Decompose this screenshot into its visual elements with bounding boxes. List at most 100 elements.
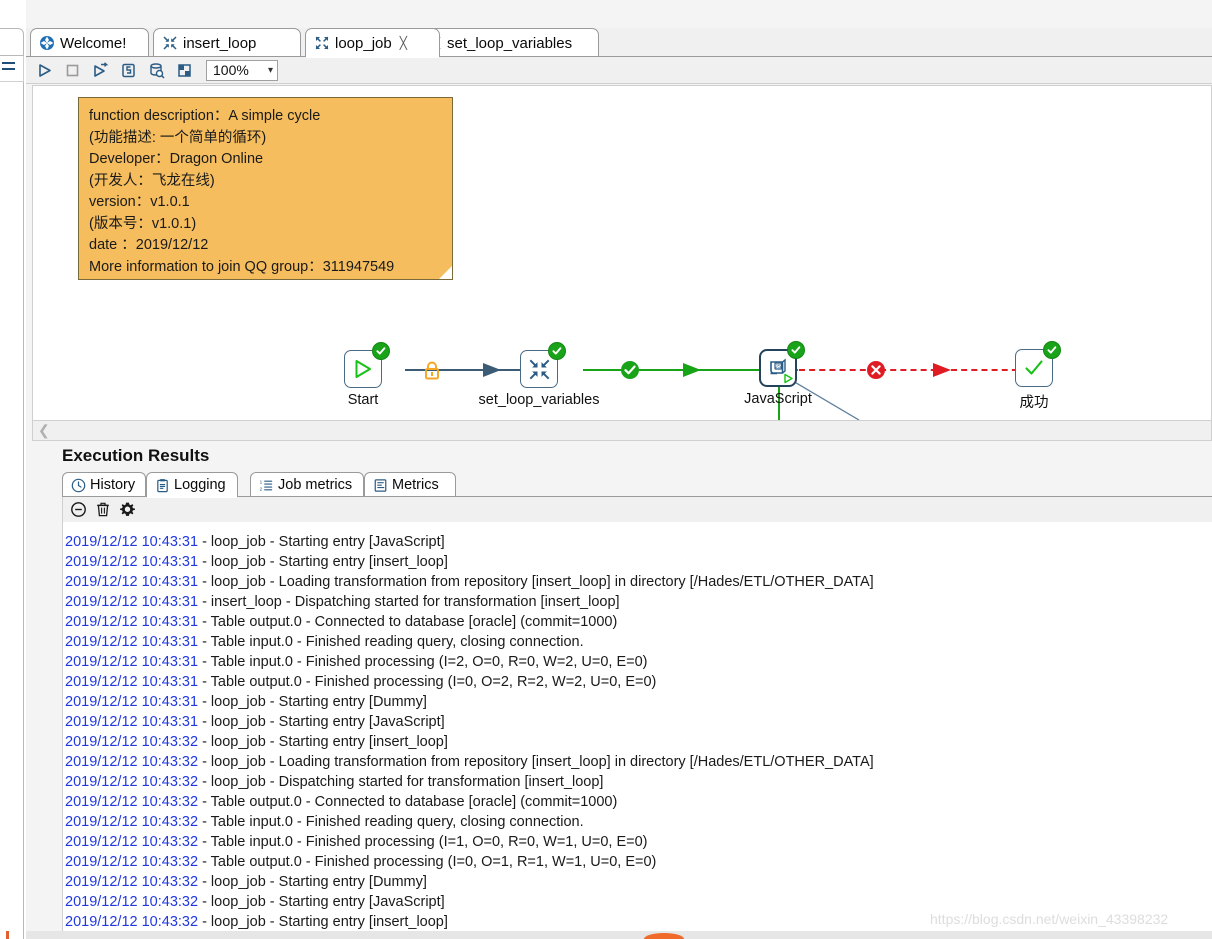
log-line: 2019/12/12 10:43:32 - loop_job - Dispatc… bbox=[63, 772, 1212, 792]
tab-logging[interactable]: Logging bbox=[146, 472, 238, 498]
node-box[interactable]: JS bbox=[759, 341, 805, 387]
check-icon bbox=[1047, 346, 1057, 354]
note-line: (版本号：v1.0.1) bbox=[89, 215, 197, 232]
log-message: - Table output.0 - Finished processing (… bbox=[198, 854, 657, 870]
tab-label: Job metrics bbox=[278, 477, 353, 493]
note-fold-corner bbox=[439, 266, 452, 279]
menu-lines-icon[interactable] bbox=[2, 62, 15, 74]
log-message: - loop_job - Starting entry [Dummy] bbox=[198, 694, 427, 710]
canvas-horizontal-scrollbar[interactable]: ❮ bbox=[32, 420, 1212, 441]
log-timestamp: 2019/12/12 10:43:31 bbox=[65, 614, 199, 630]
minus-circle-icon[interactable] bbox=[70, 501, 87, 518]
log-line: 2019/12/12 10:43:32 - Table output.0 - C… bbox=[63, 792, 1212, 812]
hop-arrow-icon bbox=[933, 363, 951, 377]
zoom-select[interactable]: 100% ▾ bbox=[206, 59, 278, 81]
note-line: (开发人：飞龙在线) bbox=[89, 172, 215, 189]
node-box[interactable] bbox=[1015, 341, 1061, 387]
log-clipboard-icon bbox=[157, 478, 168, 492]
play-arrow-icon bbox=[93, 61, 108, 77]
tab-label: Welcome! bbox=[60, 34, 127, 52]
log-timestamp: 2019/12/12 10:43:32 bbox=[65, 814, 199, 830]
left-panel-tab[interactable] bbox=[0, 28, 24, 56]
tab-label: Metrics bbox=[392, 477, 439, 493]
log-timestamp: 2019/12/12 10:43:32 bbox=[65, 834, 199, 850]
log-line: 2019/12/12 10:43:31 - loop_job - Startin… bbox=[63, 532, 1212, 552]
log-message: - insert_loop - Dispatching started for … bbox=[198, 594, 620, 610]
hop-arrow-icon bbox=[683, 363, 701, 377]
red-error-icon bbox=[867, 361, 885, 379]
log-line: 2019/12/12 10:43:31 - loop_job - Startin… bbox=[63, 712, 1212, 732]
log-message: - loop_job - Dispatching started for tra… bbox=[198, 774, 604, 790]
log-message: - loop_job - Loading transformation from… bbox=[198, 574, 874, 590]
transformation-icon bbox=[529, 359, 549, 379]
tab-label: Logging bbox=[174, 477, 226, 493]
run-options-button[interactable] bbox=[88, 59, 113, 82]
log-timestamp: 2019/12/12 10:43:31 bbox=[65, 714, 199, 730]
canvas-note[interactable]: function description：A simple cycle (功能描… bbox=[78, 97, 453, 280]
green-check-icon bbox=[621, 361, 639, 379]
node-run-indicator-icon bbox=[784, 373, 793, 384]
close-icon[interactable]: ╳ bbox=[400, 36, 407, 50]
log-timestamp: 2019/12/12 10:43:31 bbox=[65, 634, 199, 650]
note-line: function description：A simple cycle bbox=[89, 108, 321, 124]
node-box[interactable] bbox=[520, 342, 566, 388]
log-timestamp: 2019/12/12 10:43:32 bbox=[65, 794, 199, 810]
tab-metrics[interactable]: Metrics bbox=[364, 472, 456, 497]
image-grid-icon bbox=[178, 63, 191, 77]
tab-loop-job[interactable]: loop_job ╳ bbox=[305, 28, 440, 58]
node-label: Start bbox=[347, 392, 379, 408]
log-timestamp: 2019/12/12 10:43:32 bbox=[65, 734, 199, 750]
log-timestamp: 2019/12/12 10:43:32 bbox=[65, 854, 199, 870]
log-line: 2019/12/12 10:43:31 - Table output.0 - C… bbox=[63, 612, 1212, 632]
image-button[interactable] bbox=[172, 59, 197, 82]
editor-tabstrip: Welcome! insert_loop loop_job ╳ set_loop… bbox=[26, 28, 1212, 58]
node-label: 成功 bbox=[1019, 395, 1049, 411]
log-line: 2019/12/12 10:43:32 - loop_job - Startin… bbox=[63, 892, 1212, 912]
job-icon bbox=[315, 36, 329, 50]
tab-history[interactable]: History bbox=[62, 472, 146, 497]
trash-icon[interactable] bbox=[95, 501, 111, 518]
note-line: (功能描述: 一个简单的循环) bbox=[89, 129, 267, 146]
node-success[interactable]: 成功 bbox=[1015, 341, 1061, 411]
job-canvas[interactable]: function description：A simple cycle (功能描… bbox=[32, 85, 1212, 420]
log-message: - Table output.0 - Connected to database… bbox=[198, 614, 618, 630]
node-start[interactable]: Start bbox=[344, 342, 390, 408]
watermark: https://blog.csdn.net/weixin_43398232 bbox=[930, 911, 1169, 927]
svg-text:2: 2 bbox=[260, 486, 263, 491]
stop-square-icon bbox=[66, 64, 79, 76]
sql-button[interactable] bbox=[116, 59, 141, 82]
hop-javascript-to-success[interactable] bbox=[799, 369, 1028, 371]
log-timestamp: 2019/12/12 10:43:31 bbox=[65, 574, 199, 590]
log-message: - Table input.0 - Finished processing (I… bbox=[198, 654, 648, 670]
chevron-left-icon[interactable]: ❮ bbox=[38, 422, 50, 439]
tab-label: insert_loop bbox=[183, 34, 257, 52]
log-line: 2019/12/12 10:43:31 - insert_loop - Disp… bbox=[63, 592, 1212, 612]
node-set-loop-variables[interactable]: set_loop_variables bbox=[479, 342, 599, 408]
node-javascript[interactable]: JS JavaScript bbox=[744, 341, 812, 407]
log-timestamp: 2019/12/12 10:43:32 bbox=[65, 874, 199, 890]
log-timestamp: 2019/12/12 10:43:31 bbox=[65, 654, 199, 670]
explore-db-button[interactable] bbox=[144, 59, 169, 82]
run-button[interactable] bbox=[32, 59, 57, 82]
tab-set-loop-variables[interactable]: set_loop_variables bbox=[417, 28, 599, 57]
note-line: version：v1.0.1 bbox=[89, 194, 190, 210]
lock-icon[interactable] bbox=[423, 361, 441, 380]
tab-job-metrics[interactable]: 1 2 Job metrics bbox=[250, 472, 364, 497]
tab-insert-loop[interactable]: insert_loop bbox=[153, 28, 301, 57]
bottom-left-marker bbox=[6, 931, 9, 939]
check-icon bbox=[791, 346, 801, 354]
log-timestamp: 2019/12/12 10:43:31 bbox=[65, 534, 199, 550]
log-line: 2019/12/12 10:43:31 - loop_job - Startin… bbox=[63, 552, 1212, 572]
zoom-value: 100% bbox=[213, 62, 249, 78]
log-list: 2019/12/12 10:43:31 - loop_job - Startin… bbox=[63, 522, 1212, 931]
stop-button[interactable] bbox=[60, 59, 85, 82]
log-timestamp: 2019/12/12 10:43:31 bbox=[65, 594, 199, 610]
log-message: - loop_job - Loading transformation from… bbox=[198, 754, 874, 770]
log-output[interactable]: 2019/12/12 10:43:31 - loop_job - Startin… bbox=[62, 522, 1212, 931]
check-icon bbox=[376, 347, 386, 355]
tab-welcome[interactable]: Welcome! bbox=[30, 28, 149, 57]
gear-icon[interactable] bbox=[119, 501, 136, 518]
log-timestamp: 2019/12/12 10:43:32 bbox=[65, 914, 199, 930]
node-box[interactable] bbox=[344, 342, 390, 388]
